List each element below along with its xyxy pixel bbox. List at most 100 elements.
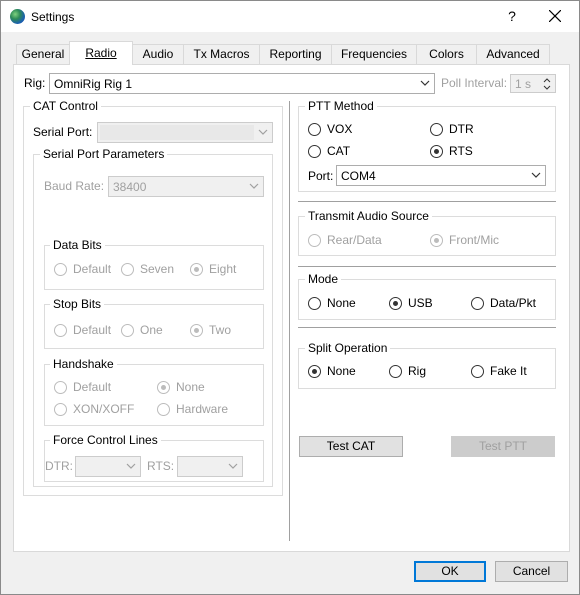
chevron-down-icon xyxy=(126,463,136,469)
split-none-radio[interactable] xyxy=(308,365,321,378)
settings-window: Settings ? General Radio Audio Tx Macros… xyxy=(0,0,580,595)
spin-arrows-icon xyxy=(543,78,551,90)
ptt-method-title: PTT Method xyxy=(305,99,377,113)
cat-control-group: CAT Control Serial Port: Serial Port Par… xyxy=(23,99,283,496)
transmit-audio-source-group: Transmit Audio Source Rear/Data Front/Mi… xyxy=(298,209,556,256)
ptt-port-label: Port: xyxy=(308,169,334,183)
ptt-rts-label: RTS xyxy=(449,144,473,158)
dtr-label: DTR: xyxy=(45,459,73,473)
handshake-default-radio[interactable] xyxy=(54,381,67,394)
stop-bits-default-radio[interactable] xyxy=(54,324,67,337)
mode-group: Mode None USB Data/Pkt xyxy=(298,272,556,320)
ptt-port-select[interactable]: COM4 xyxy=(336,165,546,186)
test-ptt-button[interactable]: Test PTT xyxy=(451,436,555,457)
force-control-lines-group: Force Control Lines DTR: RTS: xyxy=(44,433,264,482)
rts-select[interactable] xyxy=(177,456,243,477)
tx-audio-rear-label: Rear/Data xyxy=(327,233,382,247)
force-control-lines-title: Force Control Lines xyxy=(50,433,161,447)
column-divider xyxy=(289,101,290,541)
close-icon xyxy=(549,10,561,22)
separator xyxy=(298,201,556,202)
tx-audio-rear-radio[interactable] xyxy=(308,234,321,247)
tab-advanced[interactable]: Advanced xyxy=(476,44,550,64)
rts-label: RTS: xyxy=(147,459,175,473)
ok-button[interactable]: OK xyxy=(414,561,486,582)
split-operation-title: Split Operation xyxy=(305,341,391,355)
split-rig-radio[interactable] xyxy=(389,365,402,378)
separator xyxy=(298,266,556,267)
data-bits-eight-label: Eight xyxy=(209,262,237,276)
cancel-button[interactable]: Cancel xyxy=(495,561,568,582)
ptt-vox-label: VOX xyxy=(327,122,353,136)
tx-audio-front-label: Front/Mic xyxy=(449,233,500,247)
serial-port-parameters-group: Serial Port Parameters Baud Rate: 38400 … xyxy=(33,147,273,487)
chevron-down-icon xyxy=(228,463,238,469)
tab-colors[interactable]: Colors xyxy=(416,44,477,64)
baud-rate-label: Baud Rate: xyxy=(44,179,105,193)
serial-port-parameters-title: Serial Port Parameters xyxy=(40,147,168,161)
chevron-down-icon xyxy=(258,129,268,135)
data-bits-group: Data Bits Default Seven Eight xyxy=(44,238,264,290)
mode-none-radio[interactable] xyxy=(308,297,321,310)
tab-general[interactable]: General xyxy=(16,44,70,64)
rig-label: Rig: xyxy=(24,76,46,90)
split-fake-it-label: Fake It xyxy=(490,364,527,378)
poll-interval-value: 1 s xyxy=(515,77,532,91)
handshake-default-label: Default xyxy=(73,380,112,394)
split-fake-it-radio[interactable] xyxy=(471,365,484,378)
data-bits-title: Data Bits xyxy=(50,238,105,252)
stop-bits-one-radio[interactable] xyxy=(121,324,134,337)
poll-interval-spinbox[interactable]: 1 s xyxy=(510,74,556,93)
app-globe-icon xyxy=(10,9,25,24)
data-bits-seven-label: Seven xyxy=(140,262,175,276)
ptt-cat-label: CAT xyxy=(327,144,351,158)
split-operation-group: Split Operation None Rig Fake It xyxy=(298,341,556,389)
serial-port-label: Serial Port: xyxy=(33,125,93,139)
mode-none-label: None xyxy=(327,296,356,310)
handshake-hardware-label: Hardware xyxy=(176,402,229,416)
ptt-dtr-radio[interactable] xyxy=(430,123,443,136)
handshake-title: Handshake xyxy=(50,357,117,371)
baud-rate-value: 38400 xyxy=(113,180,147,194)
handshake-none-radio[interactable] xyxy=(157,381,170,394)
data-bits-default-radio[interactable] xyxy=(54,263,67,276)
rig-select[interactable]: OmniRig Rig 1 xyxy=(49,73,435,94)
tab-tx-macros[interactable]: Tx Macros xyxy=(183,44,260,64)
tab-reporting[interactable]: Reporting xyxy=(259,44,332,64)
rig-value: OmniRig Rig 1 xyxy=(54,77,133,91)
handshake-hardware-radio[interactable] xyxy=(157,403,170,416)
mode-datapkt-label: Data/Pkt xyxy=(490,296,537,310)
stop-bits-group: Stop Bits Default One Two xyxy=(44,297,264,349)
handshake-none-label: None xyxy=(176,380,205,394)
handshake-xonxoff-radio[interactable] xyxy=(54,403,67,416)
baud-rate-select[interactable]: 38400 xyxy=(108,176,264,197)
ptt-vox-radio[interactable] xyxy=(308,123,321,136)
help-button[interactable]: ? xyxy=(501,5,523,27)
test-cat-button[interactable]: Test CAT xyxy=(299,436,403,457)
mode-usb-radio[interactable] xyxy=(389,297,402,310)
ptt-cat-radio[interactable] xyxy=(308,145,321,158)
cat-control-title: CAT Control xyxy=(30,99,101,113)
data-bits-eight-radio[interactable] xyxy=(190,263,203,276)
data-bits-default-label: Default xyxy=(73,262,112,276)
separator xyxy=(298,327,556,328)
mode-title: Mode xyxy=(305,272,342,286)
mode-datapkt-radio[interactable] xyxy=(471,297,484,310)
tab-radio[interactable]: Radio xyxy=(69,41,133,65)
tab-frequencies[interactable]: Frequencies xyxy=(331,44,417,64)
handshake-group: Handshake Default None XON/XOFF Hardware xyxy=(44,357,264,426)
stop-bits-two-radio[interactable] xyxy=(190,324,203,337)
ptt-port-value: COM4 xyxy=(341,169,376,183)
dtr-select[interactable] xyxy=(75,456,141,477)
poll-interval-label: Poll Interval: xyxy=(441,76,508,90)
tab-audio[interactable]: Audio xyxy=(132,44,184,64)
tx-audio-front-radio[interactable] xyxy=(430,234,443,247)
ptt-rts-radio[interactable] xyxy=(430,145,443,158)
transmit-audio-source-title: Transmit Audio Source xyxy=(305,209,432,223)
close-button[interactable] xyxy=(543,5,567,27)
title-bar: Settings ? xyxy=(1,1,579,32)
data-bits-seven-radio[interactable] xyxy=(121,263,134,276)
chevron-down-icon xyxy=(420,80,430,86)
radio-tab-panel: Rig: OmniRig Rig 1 Poll Interval: 1 s CA… xyxy=(13,64,570,552)
serial-port-select[interactable] xyxy=(97,122,273,143)
